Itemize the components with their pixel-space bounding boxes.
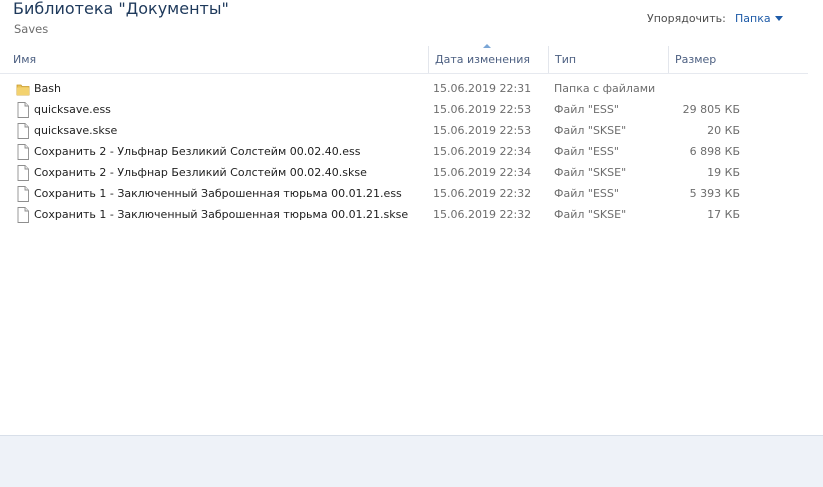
file-icon — [16, 207, 30, 223]
file-date: 15.06.2019 22:34 — [433, 145, 532, 158]
file-type: Файл "ESS" — [554, 103, 619, 116]
file-date: 15.06.2019 22:53 — [433, 103, 532, 116]
file-size: 5 393 КБ — [689, 187, 740, 200]
file-date: 15.06.2019 22:32 — [433, 187, 532, 200]
file-name: quicksave.skse — [34, 124, 118, 137]
file-list: Bash 15.06.2019 22:31 Папка с файлами quick… — [0, 78, 808, 225]
list-item[interactable]: Сохранить 1 - Заключенный Заброшенная тю… — [0, 204, 808, 225]
file-list-pane: Библиотека "Документы" Saves Упорядочить… — [0, 0, 823, 436]
file-icon — [16, 144, 30, 160]
file-date: 15.06.2019 22:32 — [433, 208, 532, 221]
file-type: Папка с файлами — [554, 82, 656, 95]
file-name: quicksave.ess — [34, 103, 111, 116]
file-type: Файл "ESS" — [554, 145, 619, 158]
list-item[interactable]: quicksave.skse 15.06.2019 22:53 Файл "SKSE… — [0, 120, 808, 141]
file-name: Сохранить 2 - Ульфнар Безликий Солстейм … — [34, 166, 367, 179]
column-header-date[interactable]: Дата изменения — [428, 46, 548, 73]
file-date: 15.06.2019 22:53 — [433, 124, 532, 137]
file-type: Файл "SKSE" — [554, 208, 627, 221]
list-item[interactable]: quicksave.ess 15.06.2019 22:53 Файл "ESS" 2… — [0, 99, 808, 120]
file-date: 15.06.2019 22:34 — [433, 166, 532, 179]
list-item[interactable]: Сохранить 2 - Ульфнар Безликий Солстейм … — [0, 141, 808, 162]
file-name: Сохранить 1 - Заключенный Заброшенная тю… — [34, 187, 402, 200]
list-item[interactable]: Сохранить 1 - Заключенный Заброшенная тю… — [0, 183, 808, 204]
file-size: 6 898 КБ — [689, 145, 740, 158]
file-size: 20 КБ — [707, 124, 740, 137]
list-item[interactable]: Bash 15.06.2019 22:31 Папка с файлами — [0, 78, 808, 99]
arrange-by-dropdown[interactable]: Папка — [735, 12, 771, 25]
file-type: Файл "SKSE" — [554, 124, 627, 137]
file-size: 17 КБ — [707, 208, 740, 221]
file-icon — [16, 186, 30, 202]
file-icon — [16, 102, 30, 118]
library-title: Библиотека "Документы" — [13, 0, 229, 18]
file-size: 29 805 КБ — [682, 103, 740, 116]
arrange-by-label: Упорядочить: — [647, 12, 726, 25]
column-header-size[interactable]: Размер — [668, 46, 808, 73]
file-name: Сохранить 1 - Заключенный Заброшенная тю… — [34, 208, 409, 221]
chevron-down-icon[interactable] — [775, 16, 783, 21]
file-name: Bash — [34, 82, 61, 95]
column-header-name[interactable]: Имя — [7, 46, 427, 73]
folder-name: Saves — [14, 22, 49, 36]
column-header-bar: Имя Дата изменения Тип Размер — [0, 46, 808, 74]
list-item[interactable]: Сохранить 2 - Ульфнар Безликий Солстейм … — [0, 162, 808, 183]
folder-icon — [16, 81, 30, 97]
file-date: 15.06.2019 22:31 — [433, 82, 532, 95]
file-type: Файл "ESS" — [554, 187, 619, 200]
file-icon — [16, 165, 30, 181]
file-icon — [16, 123, 30, 139]
file-size: 19 КБ — [707, 166, 740, 179]
column-header-type[interactable]: Тип — [548, 46, 668, 73]
file-name: Сохранить 2 - Ульфнар Безликий Солстейм … — [34, 145, 361, 158]
file-type: Файл "SKSE" — [554, 166, 627, 179]
